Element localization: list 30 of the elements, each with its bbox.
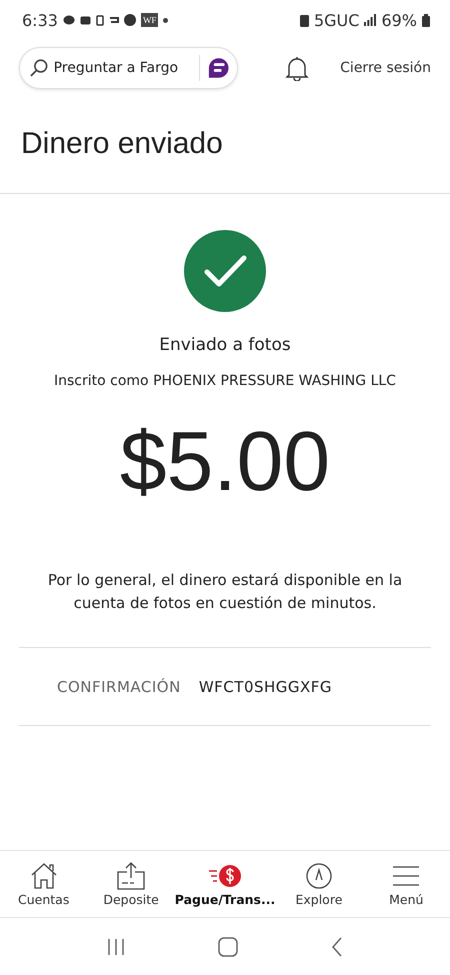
enrolled-text: Inscrito como PHOENIX PRESSURE WASHING LLC bbox=[54, 373, 396, 389]
battery-icon bbox=[422, 14, 430, 26]
page-title: Dinero enviado bbox=[21, 127, 223, 161]
amount: $5.00 bbox=[120, 413, 330, 510]
availability-note: Por lo general, el dinero estará disponible en la cuenta de fotos en cuestión de minutos. bbox=[46, 570, 404, 614]
confirmation-label: CONFIRMACIÓN bbox=[57, 678, 181, 696]
success-check-icon bbox=[184, 230, 266, 312]
nav-tab[interactable]: Menú bbox=[362, 851, 450, 917]
battery-percent: 69% bbox=[381, 10, 417, 30]
chat-bubble-icon bbox=[62, 15, 75, 25]
recent-apps-icon[interactable] bbox=[106, 938, 125, 956]
search-icon bbox=[29, 58, 49, 78]
nav-tab[interactable]: Pague/Trans... bbox=[174, 851, 276, 917]
status-text: Enviado a fotos bbox=[159, 335, 291, 355]
app-badge: WF bbox=[140, 13, 158, 27]
upload-tray-icon bbox=[116, 862, 146, 890]
home-icon[interactable] bbox=[218, 936, 238, 956]
back-icon[interactable] bbox=[331, 936, 344, 956]
nav-tab[interactable]: Cuentas bbox=[0, 851, 88, 917]
compass-icon bbox=[304, 862, 334, 890]
logout-link[interactable]: Cierre sesión bbox=[340, 60, 431, 76]
account-icon bbox=[124, 14, 136, 26]
dot-icon bbox=[163, 18, 168, 22]
signal-icon bbox=[364, 14, 376, 26]
bell-icon[interactable] bbox=[285, 54, 309, 80]
network-label: 5GUC bbox=[314, 10, 360, 30]
nav-tab[interactable]: Deposite bbox=[87, 851, 175, 917]
status-time: 6:33 bbox=[22, 10, 58, 30]
confirmation-number: WFCT0SHGGXFG bbox=[198, 678, 332, 696]
nav-tab[interactable]: Explore bbox=[275, 851, 363, 917]
